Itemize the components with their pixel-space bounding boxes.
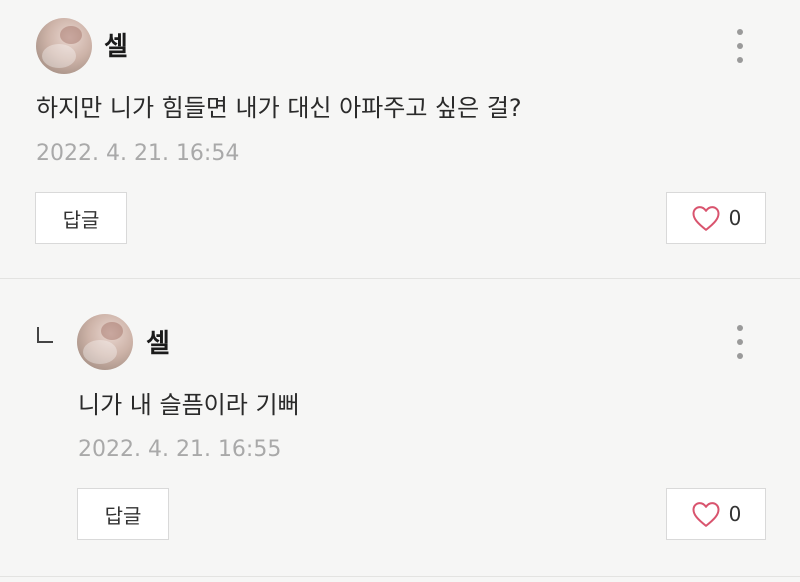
like-button[interactable]: 0: [666, 192, 766, 244]
comment-text: 하지만 니가 힘들면 내가 대신 아파주고 싶은 걸?: [36, 94, 522, 122]
avatar[interactable]: [77, 314, 133, 370]
comment-timestamp: 2022. 4. 21. 16:55: [78, 437, 282, 462]
heart-outline-icon: [692, 206, 720, 231]
comment: 셀 하지만 니가 힘들면 내가 대신 아파주고 싶은 걸? 2022. 4. 2…: [0, 0, 800, 278]
comment-author[interactable]: 셀: [104, 26, 128, 63]
divider: [0, 576, 800, 577]
more-vertical-icon[interactable]: [735, 324, 745, 360]
reply-arrow-icon: [37, 327, 53, 343]
reply-button[interactable]: 답글: [35, 192, 127, 244]
avatar[interactable]: [36, 18, 92, 74]
more-vertical-icon[interactable]: [735, 28, 745, 64]
reply-button-label: 답글: [104, 503, 142, 528]
like-count: 0: [728, 206, 742, 230]
reply-button-label: 답글: [62, 207, 100, 232]
reply-comment: 셀 니가 내 슬픔이라 기뻐 2022. 4. 21. 16:55 답글 0: [0, 279, 800, 579]
comment-text: 니가 내 슬픔이라 기뻐: [78, 391, 300, 419]
comment-timestamp: 2022. 4. 21. 16:54: [36, 141, 240, 166]
heart-outline-icon: [692, 502, 720, 527]
comment-author[interactable]: 셀: [146, 323, 170, 360]
like-button[interactable]: 0: [666, 488, 766, 540]
like-count: 0: [728, 502, 742, 526]
reply-button[interactable]: 답글: [77, 488, 169, 540]
